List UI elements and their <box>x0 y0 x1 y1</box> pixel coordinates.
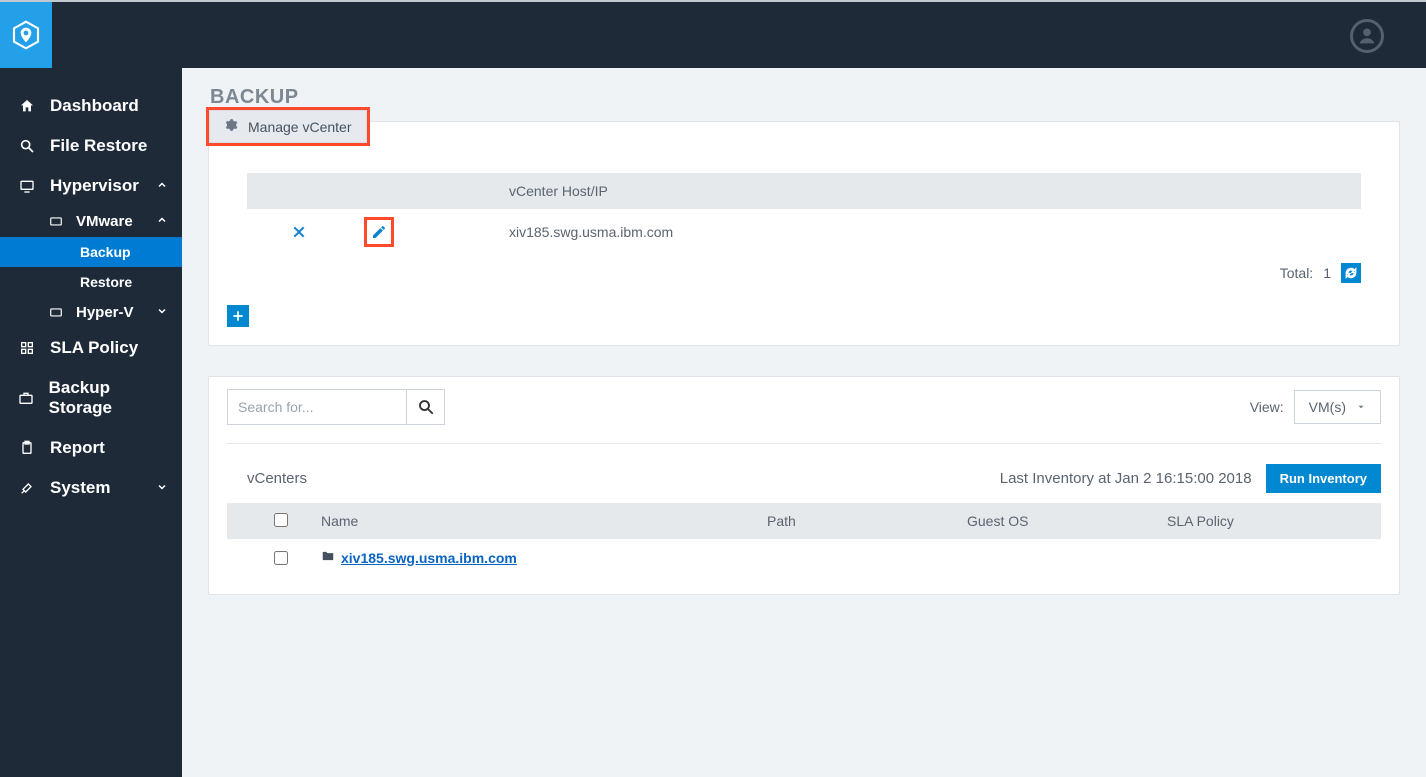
sidebar-item-label: File Restore <box>50 136 147 156</box>
sidebar-item-dashboard[interactable]: Dashboard <box>0 86 182 126</box>
sidebar-item-label: System <box>50 478 110 498</box>
sidebar-item-label: Backup <box>80 244 131 260</box>
inventory-row: xiv185.swg.usma.ibm.com <box>227 539 1381 576</box>
main-content: BACKUP Manage vCenter vCenter Host/IP <box>182 68 1426 777</box>
run-inventory-button[interactable]: Run Inventory <box>1266 464 1381 493</box>
sidebar-item-label: VMware <box>76 213 133 230</box>
inventory-grid-header: Name Path Guest OS SLA Policy <box>227 503 1381 539</box>
sidebar-item-label: Dashboard <box>50 96 139 116</box>
select-all-checkbox[interactable] <box>274 513 288 527</box>
sidebar-item-label: Hyper-V <box>76 304 134 321</box>
sidebar-item-label: Report <box>50 438 105 458</box>
sidebar-item-file-restore[interactable]: File Restore <box>0 126 182 166</box>
search-wrap <box>227 389 445 425</box>
vcenter-link[interactable]: xiv185.swg.usma.ibm.com <box>321 549 517 566</box>
chevron-down-icon <box>156 305 168 320</box>
view-label: View: <box>1250 399 1284 415</box>
chevron-up-icon <box>156 214 168 229</box>
search-button[interactable] <box>407 389 445 425</box>
sidebar-item-system[interactable]: System <box>0 468 182 508</box>
page-title: BACKUP <box>210 86 1400 109</box>
total-label: Total: <box>1280 265 1313 281</box>
vcenter-table-header: vCenter Host/IP <box>247 173 1361 209</box>
manage-vcenter-button[interactable]: Manage vCenter <box>209 110 367 143</box>
vcenter-table-row: xiv185.swg.usma.ibm.com <box>247 209 1361 255</box>
vcenter-panel: Manage vCenter vCenter Host/IP <box>208 121 1400 346</box>
sidebar-item-vmware[interactable]: VMware <box>0 206 182 237</box>
view-selected: VM(s) <box>1309 399 1346 415</box>
sidebar-item-backup[interactable]: Backup <box>0 237 182 267</box>
clipboard-icon <box>16 440 38 456</box>
vcenter-table: vCenter Host/IP xiv185.swg.usma.ibm.com <box>227 173 1381 283</box>
sidebar-item-label: Hypervisor <box>50 176 139 196</box>
vcenter-host-value: xiv185.swg.usma.ibm.com <box>419 224 1349 240</box>
column-header-host: vCenter Host/IP <box>419 183 1349 199</box>
app-logo[interactable] <box>0 2 52 68</box>
refresh-button[interactable] <box>1341 263 1361 283</box>
edit-vcenter-button[interactable] <box>364 217 394 247</box>
sidebar-item-restore[interactable]: Restore <box>0 267 182 297</box>
row-checkbox[interactable] <box>274 551 288 565</box>
sidebar: Dashboard File Restore Hypervisor VMware <box>0 68 182 777</box>
sidebar-item-backup-storage[interactable]: Backup Storage <box>0 368 182 428</box>
gear-icon <box>224 118 238 135</box>
view-dropdown[interactable]: VM(s) <box>1294 390 1381 424</box>
total-value: 1 <box>1323 265 1331 281</box>
column-header-sla: SLA Policy <box>1167 513 1367 529</box>
caret-down-icon <box>1356 402 1366 412</box>
inventory-status: Last Inventory at Jan 2 16:15:00 2018 <box>1000 470 1252 487</box>
sidebar-item-label: Restore <box>80 274 132 290</box>
delete-vcenter-button[interactable] <box>288 221 310 243</box>
column-header-name: Name <box>321 513 767 529</box>
search-icon <box>16 138 38 154</box>
vcenter-total-row: Total: 1 <box>247 255 1361 283</box>
folder-icon <box>321 549 335 566</box>
search-input[interactable] <box>227 389 407 425</box>
inventory-section-label: vCenters <box>227 470 307 487</box>
chevron-up-icon <box>156 179 168 194</box>
monitor-icon <box>16 178 38 194</box>
sidebar-item-label: SLA Policy <box>50 338 138 358</box>
tools-icon <box>16 480 38 496</box>
home-icon <box>16 98 38 114</box>
monitor-icon <box>46 215 66 229</box>
sidebar-item-hypervisor[interactable]: Hypervisor <box>0 166 182 206</box>
inventory-panel: View: VM(s) vCenters Last Inventory at J… <box>208 376 1400 595</box>
grid-icon <box>16 340 38 356</box>
inventory-toolbar: View: VM(s) <box>227 389 1381 444</box>
briefcase-icon <box>16 390 37 406</box>
user-avatar[interactable] <box>1350 19 1384 53</box>
sidebar-item-sla-policy[interactable]: SLA Policy <box>0 328 182 368</box>
monitor-icon <box>46 306 66 320</box>
sidebar-item-report[interactable]: Report <box>0 428 182 468</box>
column-header-guest: Guest OS <box>967 513 1167 529</box>
manage-vcenter-label: Manage vCenter <box>248 119 352 135</box>
add-vcenter-button[interactable] <box>227 305 249 327</box>
sidebar-item-hyperv[interactable]: Hyper-V <box>0 297 182 328</box>
column-header-path: Path <box>767 513 967 529</box>
vcenter-link-label: xiv185.swg.usma.ibm.com <box>341 550 517 566</box>
top-bar <box>0 0 1426 68</box>
sidebar-item-label: Backup Storage <box>49 378 170 418</box>
chevron-down-icon <box>156 481 168 496</box>
